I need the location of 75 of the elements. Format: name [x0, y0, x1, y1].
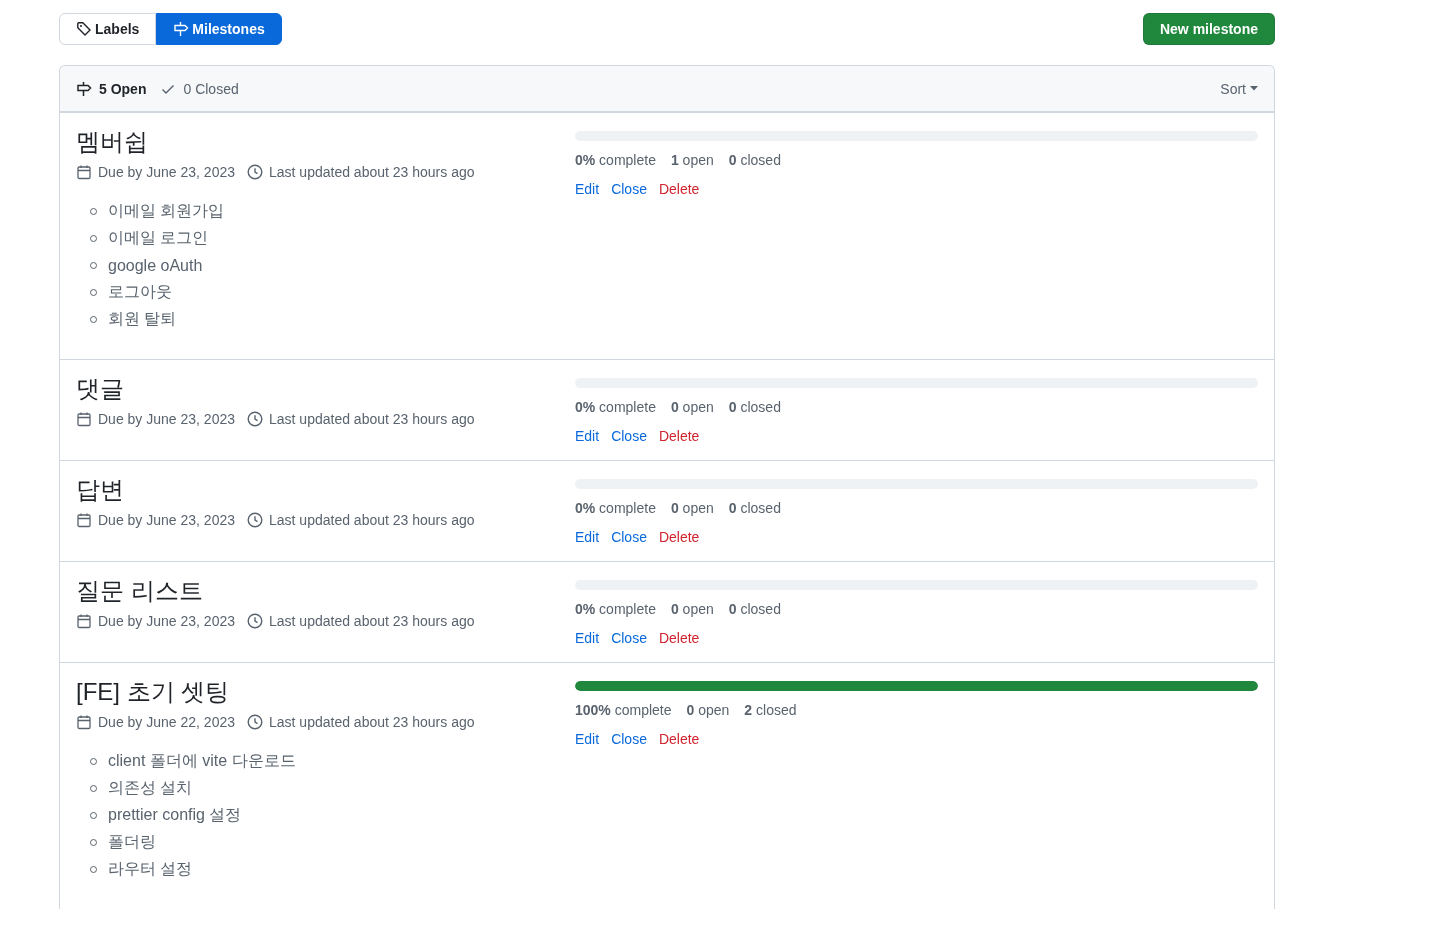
milestone-title[interactable]: 질문 리스트: [76, 575, 575, 607]
milestone-title[interactable]: 댓글: [76, 373, 575, 405]
closed-count: 0 closed: [728, 600, 781, 619]
description-item: 라우터 설정: [108, 859, 193, 879]
calendar-icon: [76, 512, 92, 528]
description-item: google oAuth: [108, 256, 203, 275]
delete-link[interactable]: Delete: [658, 729, 700, 749]
milestone-title[interactable]: [FE] 초기 셋팅: [76, 676, 575, 708]
description-item: 이메일 로그인: [108, 228, 209, 248]
state-filter[interactable]: 0 Closed: [160, 80, 239, 97]
action-link[interactable]: Edit: [575, 527, 600, 547]
state-filter[interactable]: 5 Open: [76, 80, 147, 97]
last-updated: Last updated about 23 hours ago: [269, 612, 475, 631]
action-link[interactable]: Close: [611, 179, 647, 199]
open-count: 1 open: [670, 151, 714, 170]
clock-icon: [247, 411, 263, 427]
action-link[interactable]: Edit: [575, 426, 600, 446]
sort-dropdown[interactable]: Sort: [1220, 80, 1258, 97]
action-link[interactable]: Edit: [575, 729, 600, 749]
closed-count: 0 closed: [728, 398, 781, 417]
delete-link[interactable]: Delete: [658, 628, 700, 648]
action-link[interactable]: Close: [611, 729, 647, 749]
clock-icon: [247, 613, 263, 629]
percent-complete: 0% complete: [575, 499, 656, 518]
calendar-icon: [76, 714, 92, 730]
action-link[interactable]: Edit: [575, 179, 600, 199]
milestone-title[interactable]: 답변: [76, 474, 575, 506]
new-milestone-button[interactable]: New milestone: [1142, 13, 1275, 45]
percent-complete: 100% complete: [575, 701, 672, 720]
delete-link[interactable]: Delete: [658, 179, 700, 199]
delete-link[interactable]: Delete: [658, 426, 700, 446]
clock-icon: [247, 714, 263, 730]
action-link[interactable]: Close: [611, 628, 647, 648]
clock-icon: [247, 164, 263, 180]
closed-count: 0 closed: [728, 499, 781, 518]
calendar-icon: [76, 411, 92, 427]
calendar-icon: [76, 613, 92, 629]
description-item: 폴더링: [108, 832, 156, 852]
milestone-title[interactable]: 멤버쉽: [76, 126, 575, 158]
due-date: Due by June 23, 2023: [98, 612, 235, 631]
closed-count: 0 closed: [728, 151, 781, 170]
last-updated: Last updated about 23 hours ago: [269, 511, 475, 530]
description-item: client 폴더에 vite 다운로드: [108, 751, 296, 771]
action-link[interactable]: Edit: [575, 628, 600, 648]
due-date: Due by June 23, 2023: [98, 511, 235, 530]
calendar-icon: [76, 164, 92, 180]
caret-icon: [1250, 86, 1258, 91]
delete-link[interactable]: Delete: [658, 527, 700, 547]
last-updated: Last updated about 23 hours ago: [269, 163, 475, 182]
due-date: Due by June 22, 2023: [98, 713, 235, 732]
percent-complete: 0% complete: [575, 600, 656, 619]
due-date: Due by June 23, 2023: [98, 410, 235, 429]
action-link[interactable]: Close: [611, 527, 647, 547]
action-link[interactable]: Close: [611, 426, 647, 446]
description-item: 이메일 회원가입: [108, 201, 225, 221]
description-item: 의존성 설치: [108, 778, 193, 798]
open-count: 0 open: [670, 398, 714, 417]
closed-count: 2 closed: [744, 701, 797, 720]
last-updated: Last updated about 23 hours ago: [269, 410, 475, 429]
due-date: Due by June 23, 2023: [98, 163, 235, 182]
open-count: 0 open: [686, 701, 730, 720]
open-count: 0 open: [670, 600, 714, 619]
description-item: 회원 탈퇴: [108, 309, 177, 329]
last-updated: Last updated about 23 hours ago: [269, 713, 475, 732]
tab[interactable]: Milestones: [156, 13, 282, 45]
signpost-icon: [173, 21, 190, 37]
description-item: 로그아웃: [108, 282, 172, 302]
signpost-icon: [76, 80, 92, 97]
tag-icon: [76, 21, 92, 37]
tab[interactable]: Labels: [59, 13, 157, 45]
clock-icon: [247, 512, 263, 528]
description-item: prettier config 설정: [108, 805, 242, 825]
percent-complete: 0% complete: [575, 151, 656, 170]
percent-complete: 0% complete: [575, 398, 656, 417]
open-count: 0 open: [670, 499, 714, 518]
